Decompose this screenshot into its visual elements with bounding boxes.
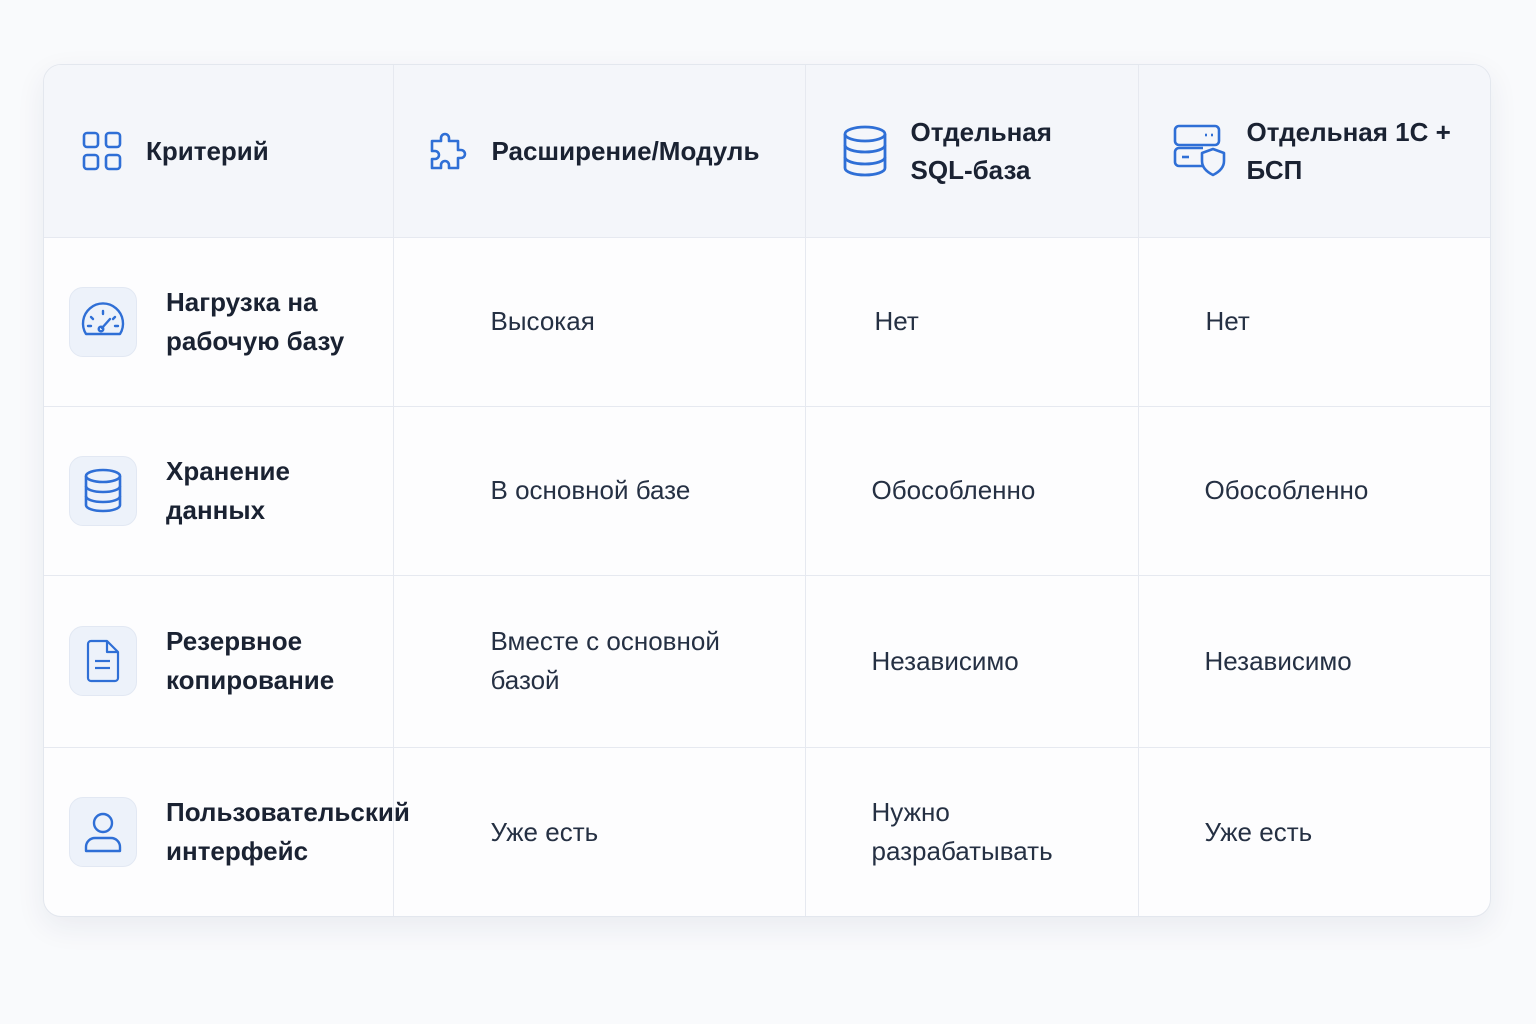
comparison-table-card: Критерий Расширение/Модуль Отдельная SQL… — [43, 64, 1491, 917]
value-cell: В основной базе — [393, 406, 806, 576]
value-cell: Вместе с основной базой — [393, 575, 806, 748]
separate-1c-value: Обособленно — [1204, 475, 1369, 505]
sql-value: Обособленно — [871, 475, 1036, 505]
speedometer-icon — [69, 286, 137, 357]
sql-value: Нет — [874, 306, 919, 336]
value-cell: Нет — [1138, 237, 1490, 407]
header-separate-1c-bsp: Отдельная 1С + БСП — [1138, 65, 1490, 238]
value-cell: Уже есть — [393, 747, 806, 916]
table-row: Хранение данных В основной базе Обособле… — [44, 406, 1490, 576]
value-cell: Независимо — [805, 575, 1139, 748]
header-extension-module: Расширение/Модуль — [393, 65, 806, 238]
table-header-row: Критерий Расширение/Модуль Отдельная SQL… — [44, 65, 1490, 238]
puzzle-icon — [424, 127, 472, 175]
header-separate-sql: Отдельная SQL-база — [805, 65, 1139, 238]
header-label: Расширение/Модуль — [491, 135, 760, 166]
separate-1c-value: Уже есть — [1204, 816, 1313, 847]
extension-value: Уже есть — [490, 816, 599, 847]
header-criterion: Критерий — [44, 65, 394, 238]
criterion-cell: Хранение данных — [44, 406, 394, 576]
criterion-cell: Пользовательский интерфейс — [44, 747, 410, 916]
separate-1c-value: Независимо — [1204, 645, 1352, 676]
sql-value: Независимо — [871, 645, 1019, 676]
table-row: Резервное копирование Вместе с основной … — [44, 575, 1490, 748]
value-cell: Обособленно — [1138, 406, 1490, 576]
criterion-label: Пользовательский интерфейс — [166, 797, 410, 867]
header-label: Отдельная SQL-база — [910, 116, 1052, 185]
document-icon — [69, 626, 137, 696]
header-label: Отдельная 1С + БСП — [1246, 116, 1451, 185]
extension-value: Вместе с основной базой — [490, 626, 720, 695]
server-shield-icon — [1173, 123, 1227, 179]
criterion-label: Хранение данных — [166, 455, 290, 525]
table-row: Пользовательский интерфейс Уже есть Нужн… — [44, 747, 1490, 916]
value-cell: Обособленно — [805, 406, 1139, 576]
value-cell: Независимо — [1138, 575, 1490, 748]
value-cell: Нет — [805, 237, 1139, 407]
comparison-table: Критерий Расширение/Модуль Отдельная SQL… — [44, 65, 1490, 916]
database-icon — [69, 455, 137, 526]
value-cell: Высокая — [393, 237, 806, 407]
header-label: Критерий — [146, 135, 269, 166]
value-cell: Уже есть — [1138, 747, 1490, 916]
extension-value: В основной базе — [490, 475, 691, 505]
criterion-cell: Резервное копирование — [44, 575, 394, 748]
extension-value: Высокая — [490, 306, 595, 336]
value-cell: Нужно разрабатывать — [805, 747, 1139, 916]
separate-1c-value: Нет — [1205, 306, 1250, 336]
grid-icon — [80, 129, 124, 173]
user-icon — [69, 797, 137, 868]
criterion-label: Резервное копирование — [166, 626, 335, 695]
criterion-label: Нагрузка на рабочую базу — [166, 286, 345, 356]
table-row: Нагрузка на рабочую базу Высокая Нет Нет — [44, 237, 1490, 407]
criterion-cell: Нагрузка на рабочую базу — [44, 237, 394, 407]
database-icon — [841, 123, 889, 179]
sql-value: Нужно разрабатывать — [871, 797, 1053, 867]
